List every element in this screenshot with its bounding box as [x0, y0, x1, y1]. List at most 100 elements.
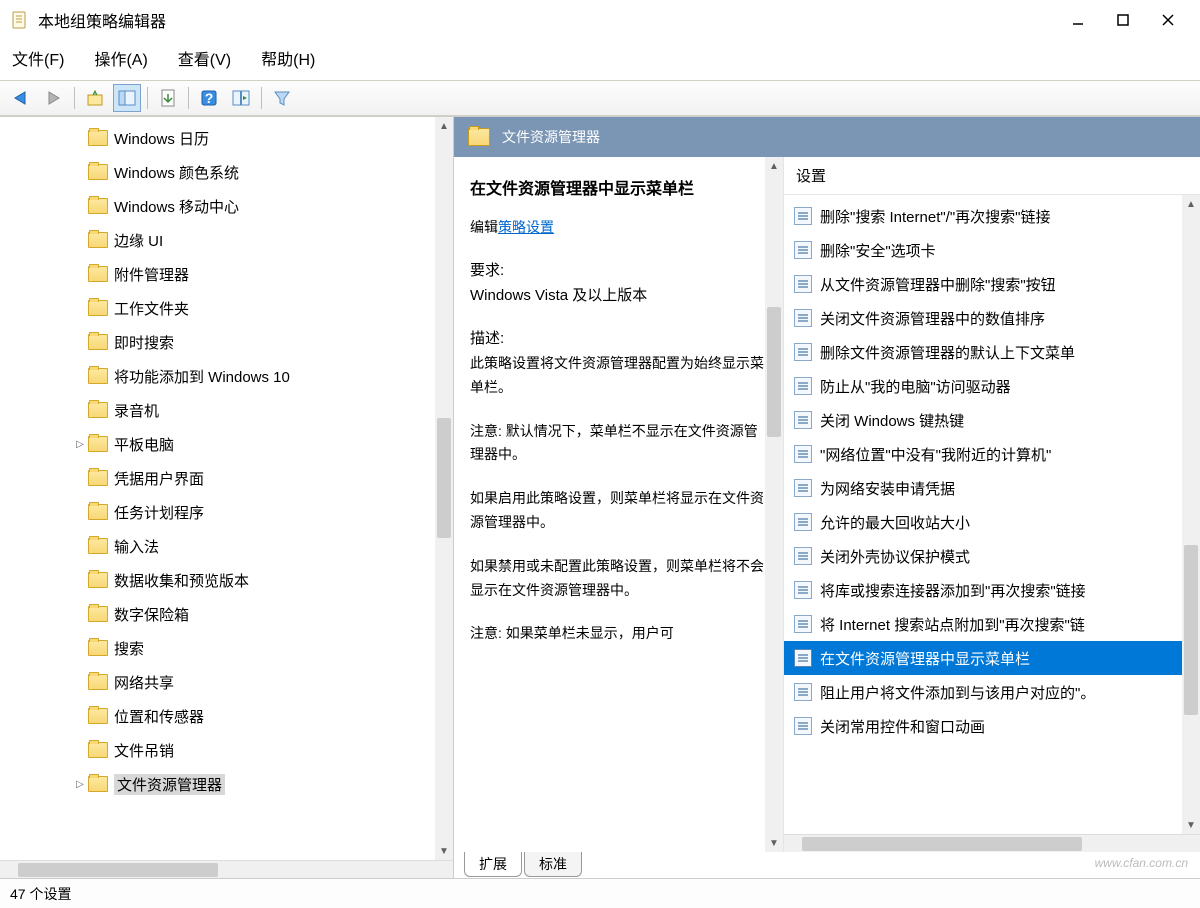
tab-standard[interactable]: 标准: [524, 852, 582, 877]
folder-icon: [88, 436, 108, 452]
tree-item-label: 即时搜索: [114, 332, 174, 353]
tree-item[interactable]: 边缘 UI: [0, 223, 453, 257]
folder-icon: [88, 606, 108, 622]
setting-icon: [794, 649, 812, 667]
tree-item[interactable]: 任务计划程序: [0, 495, 453, 529]
description-label: 描述:: [470, 327, 769, 348]
tree-item[interactable]: 录音机: [0, 393, 453, 427]
folder-icon: [88, 538, 108, 554]
view-tabs: 扩展 标准: [454, 852, 1200, 878]
setting-label: 允许的最大回收站大小: [820, 512, 970, 533]
expand-toggle[interactable]: ▷: [72, 779, 88, 790]
setting-item[interactable]: 将 Internet 搜索站点附加到"再次搜索"链: [784, 607, 1200, 641]
tree-item[interactable]: 输入法: [0, 529, 453, 563]
tree-horizontal-scrollbar[interactable]: [0, 860, 453, 878]
tree-item[interactable]: ▷平板电脑: [0, 427, 453, 461]
setting-item[interactable]: 关闭外壳协议保护模式: [784, 539, 1200, 573]
setting-item[interactable]: 阻止用户将文件添加到与该用户对应的"。: [784, 675, 1200, 709]
setting-item[interactable]: 关闭常用控件和窗口动画: [784, 709, 1200, 743]
setting-item[interactable]: 删除"安全"选项卡: [784, 233, 1200, 267]
setting-label: 关闭文件资源管理器中的数值排序: [820, 308, 1045, 329]
setting-item[interactable]: 从文件资源管理器中删除"搜索"按钮: [784, 267, 1200, 301]
folder-icon: [88, 164, 108, 180]
menubar: 文件(F) 操作(A) 查看(V) 帮助(H): [0, 40, 1200, 80]
properties-button[interactable]: [227, 84, 255, 112]
tree-item[interactable]: 位置和传感器: [0, 699, 453, 733]
tree-item[interactable]: 附件管理器: [0, 257, 453, 291]
folder-icon: [88, 334, 108, 350]
tree-item-label: 工作文件夹: [114, 298, 189, 319]
setting-label: 删除"安全"选项卡: [820, 240, 936, 261]
tree-item-label: Windows 颜色系统: [114, 162, 239, 183]
tree-item[interactable]: 数据收集和预览版本: [0, 563, 453, 597]
tree-item[interactable]: 搜索: [0, 631, 453, 665]
tree-panel: Windows 日历 Windows 颜色系统 Windows 移动中心边缘 UI 附…: [0, 117, 454, 878]
setting-item[interactable]: 防止从"我的电脑"访问驱动器: [784, 369, 1200, 403]
export-list-button[interactable]: [154, 84, 182, 112]
folder-icon: [88, 266, 108, 282]
folder-icon: [88, 708, 108, 724]
setting-label: 在文件资源管理器中显示菜单栏: [820, 648, 1030, 669]
minimize-button[interactable]: [1055, 5, 1100, 35]
menu-help[interactable]: 帮助(H): [257, 44, 319, 72]
setting-icon: [794, 411, 812, 429]
maximize-button[interactable]: [1100, 5, 1145, 35]
folder-icon: [88, 572, 108, 588]
tree-item-label: 数据收集和预览版本: [114, 570, 249, 591]
close-button[interactable]: [1145, 5, 1190, 35]
edit-policy-link[interactable]: 策略设置: [498, 219, 554, 235]
tree-item-label: 边缘 UI: [114, 230, 163, 251]
setting-item[interactable]: 允许的最大回收站大小: [784, 505, 1200, 539]
setting-item[interactable]: 为网络安装申请凭据: [784, 471, 1200, 505]
tree-item[interactable]: 工作文件夹: [0, 291, 453, 325]
setting-item[interactable]: 关闭 Windows 键热键: [784, 403, 1200, 437]
description-scrollbar[interactable]: ▲ ▼: [765, 157, 783, 852]
setting-icon: [794, 445, 812, 463]
filter-button[interactable]: [268, 84, 296, 112]
menu-view[interactable]: 查看(V): [174, 44, 235, 72]
nav-forward-button[interactable]: [40, 84, 68, 112]
tree-item[interactable]: 网络共享: [0, 665, 453, 699]
expand-toggle[interactable]: ▷: [72, 439, 88, 450]
up-level-button[interactable]: [81, 84, 109, 112]
setting-icon: [794, 343, 812, 361]
menu-action[interactable]: 操作(A): [90, 44, 151, 72]
folder-icon: [88, 198, 108, 214]
setting-item[interactable]: 删除"搜索 Internet"/"再次搜索"链接: [784, 199, 1200, 233]
setting-item[interactable]: 删除文件资源管理器的默认上下文菜单: [784, 335, 1200, 369]
nav-back-button[interactable]: [8, 84, 36, 112]
settings-column-header[interactable]: 设置: [784, 157, 1200, 195]
setting-icon: [794, 717, 812, 735]
list-vertical-scrollbar[interactable]: ▲ ▼: [1182, 195, 1200, 834]
list-horizontal-scrollbar[interactable]: [784, 834, 1200, 852]
scroll-down-arrow[interactable]: ▼: [435, 842, 453, 860]
tree-item[interactable]: 凭据用户界面: [0, 461, 453, 495]
tree-vertical-scrollbar[interactable]: ▲ ▼: [435, 117, 453, 860]
setting-item[interactable]: "网络位置"中没有"我附近的计算机": [784, 437, 1200, 471]
show-hide-tree-button[interactable]: [113, 84, 141, 112]
setting-item[interactable]: 在文件资源管理器中显示菜单栏: [784, 641, 1200, 675]
setting-item[interactable]: 关闭文件资源管理器中的数值排序: [784, 301, 1200, 335]
tree-item[interactable]: ▷文件资源管理器: [0, 767, 453, 801]
svg-text:?: ?: [205, 90, 214, 106]
folder-icon: [88, 470, 108, 486]
menu-file[interactable]: 文件(F): [8, 44, 68, 72]
tree-item[interactable]: Windows 移动中心: [0, 189, 453, 223]
setting-label: 将 Internet 搜索站点附加到"再次搜索"链: [820, 614, 1085, 635]
setting-item[interactable]: 将库或搜索连接器添加到"再次搜索"链接: [784, 573, 1200, 607]
tree-item-label: Windows 移动中心: [114, 196, 239, 217]
folder-icon: [88, 232, 108, 248]
details-header-title: 文件资源管理器: [502, 127, 600, 147]
tree-item[interactable]: 数字保险箱: [0, 597, 453, 631]
tree-item[interactable]: Windows 日历: [0, 121, 453, 155]
tree-item[interactable]: 文件吊销: [0, 733, 453, 767]
tree-item[interactable]: 即时搜索: [0, 325, 453, 359]
scroll-up-arrow[interactable]: ▲: [435, 117, 453, 135]
tab-extended[interactable]: 扩展: [464, 852, 522, 877]
requirement-text: Windows Vista 及以上版本: [470, 284, 769, 305]
setting-label: 删除文件资源管理器的默认上下文菜单: [820, 342, 1075, 363]
setting-label: 关闭常用控件和窗口动画: [820, 716, 985, 737]
tree-item[interactable]: 将功能添加到 Windows 10: [0, 359, 453, 393]
tree-item[interactable]: Windows 颜色系统: [0, 155, 453, 189]
help-button[interactable]: ?: [195, 84, 223, 112]
